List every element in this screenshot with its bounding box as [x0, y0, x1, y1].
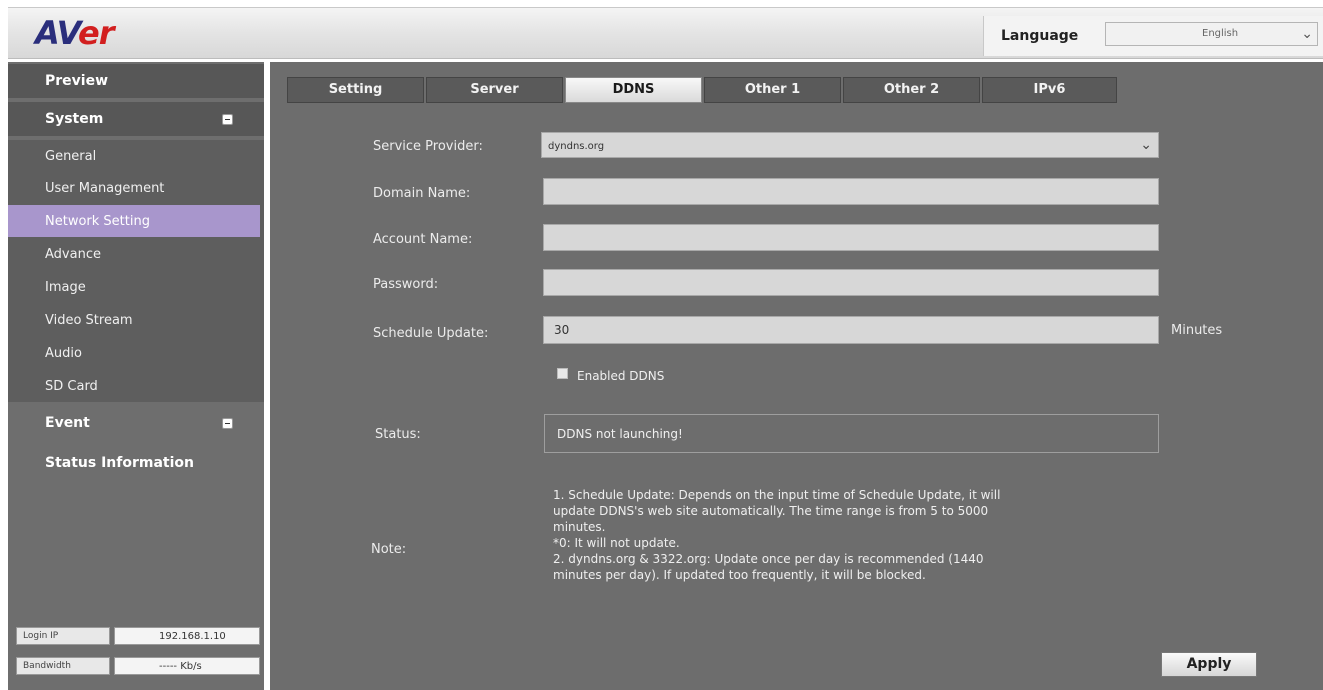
tab-server[interactable]: Server [426, 77, 563, 103]
account-name-input[interactable] [543, 224, 1159, 251]
main-panel: Setting Server DDNS Other 1 Other 2 IPv6… [270, 62, 1323, 690]
apply-button[interactable]: Apply [1161, 652, 1257, 677]
note-line: 2. dyndns.org & 3322.org: Update once pe… [553, 552, 984, 566]
note-label: Note: [371, 542, 407, 557]
schedule-update-input[interactable]: 30 [543, 316, 1159, 344]
sidebar-item-image[interactable]: Image [8, 271, 260, 303]
sidebar-item-label: Network Setting [45, 214, 150, 229]
tab-ddns[interactable]: DDNS [565, 77, 702, 103]
note-line: 1. Schedule Update: Depends on the input… [553, 488, 1001, 502]
tab-setting[interactable]: Setting [287, 77, 424, 103]
sidebar-item-status-information[interactable]: Status Information [8, 446, 264, 480]
sidebar-preview-label: Preview [45, 73, 109, 89]
language-select[interactable]: English ⌄ [1105, 22, 1318, 46]
sidebar-item-event[interactable]: Event [8, 406, 264, 440]
top-header: AVer Language English ⌄ [0, 0, 1323, 62]
note-line: minutes. [553, 520, 606, 534]
collapse-icon[interactable] [222, 114, 233, 125]
password-input[interactable] [543, 269, 1159, 296]
status-box: DDNS not launching! [544, 414, 1159, 453]
note-text: 1. Schedule Update: Depends on the input… [553, 487, 1153, 583]
sidebar-item-label: General [45, 149, 97, 164]
tab-other-2[interactable]: Other 2 [843, 77, 980, 103]
language-value: English [1202, 28, 1239, 39]
sidebar-item-label: Image [45, 280, 86, 295]
login-ip-value: 192.168.1.10 [114, 627, 260, 645]
note-line: *0: It will not update. [553, 536, 680, 550]
password-label: Password: [373, 277, 439, 292]
sidebar-item-audio[interactable]: Audio [8, 337, 260, 369]
sidebar-item-video-stream[interactable]: Video Stream [8, 304, 260, 336]
account-name-label: Account Name: [373, 232, 473, 247]
bandwidth-value: ----- Kb/s [114, 657, 260, 675]
sidebar: Preview System General User Management N… [8, 62, 264, 690]
enabled-ddns-checkbox[interactable] [557, 368, 568, 379]
login-ip-row: Login IP 192.168.1.10 [8, 624, 264, 648]
sidebar-event-label: Event [45, 415, 90, 431]
service-provider-value: dyndns.org [548, 141, 605, 152]
tab-ipv6[interactable]: IPv6 [982, 77, 1117, 103]
system-submenu: General User Management Network Setting … [8, 140, 264, 402]
note-line: minutes per day). If updated too frequen… [553, 568, 926, 582]
sidebar-item-preview[interactable]: Preview [8, 64, 264, 98]
bandwidth-label: Bandwidth [16, 657, 110, 675]
aver-logo: AVer [35, 14, 115, 52]
schedule-update-label: Schedule Update: [373, 326, 489, 341]
sidebar-item-label: User Management [45, 181, 165, 196]
chevron-down-icon: ⌄ [1301, 26, 1313, 42]
note-line: update DDNS's web site automatically. Th… [553, 504, 989, 518]
sidebar-item-advance[interactable]: Advance [8, 238, 260, 270]
domain-name-label: Domain Name: [373, 186, 471, 201]
language-label: Language [1001, 28, 1079, 44]
sidebar-item-label: SD Card [45, 379, 98, 394]
bandwidth-row: Bandwidth ----- Kb/s [8, 654, 264, 678]
tab-other-1[interactable]: Other 1 [704, 77, 841, 103]
chevron-down-icon: ⌄ [1140, 137, 1152, 153]
sidebar-item-label: Advance [45, 247, 101, 262]
login-ip-label: Login IP [16, 627, 110, 645]
schedule-update-value: 30 [554, 323, 570, 337]
sidebar-item-general[interactable]: General [8, 140, 260, 172]
sidebar-item-user-management[interactable]: User Management [8, 172, 260, 204]
service-provider-select[interactable]: dyndns.org ⌄ [541, 132, 1159, 158]
enabled-ddns-label: Enabled DDNS [577, 369, 665, 383]
sidebar-item-sd-card[interactable]: SD Card [8, 370, 260, 402]
schedule-update-unit: Minutes [1171, 323, 1223, 338]
status-value: DDNS not launching! [557, 427, 683, 441]
service-provider-label: Service Provider: [373, 139, 483, 154]
sidebar-item-label: Audio [45, 346, 82, 361]
expand-icon[interactable] [222, 418, 233, 429]
status-label: Status: [375, 427, 421, 442]
sidebar-item-system[interactable]: System [8, 102, 264, 136]
sidebar-item-label: Video Stream [45, 313, 133, 328]
domain-name-input[interactable] [543, 178, 1159, 205]
sidebar-item-network-setting[interactable]: Network Setting [8, 205, 260, 237]
sidebar-system-label: System [45, 111, 104, 127]
sidebar-status-label: Status Information [45, 455, 194, 471]
